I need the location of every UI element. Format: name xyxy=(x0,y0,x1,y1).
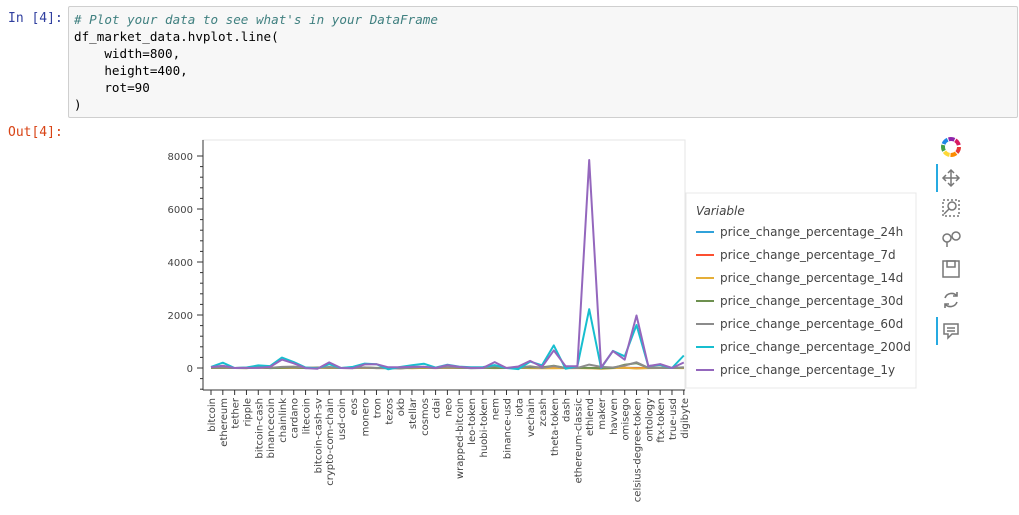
x-tick-label: true-usd xyxy=(668,398,679,440)
x-tick-label: tether xyxy=(231,397,242,428)
y-tick-label: 2000 xyxy=(168,311,193,322)
x-tick-label: maker xyxy=(597,397,608,429)
x-tick-label: cosmos xyxy=(420,398,431,436)
x-tick-label: usd-coin xyxy=(337,398,348,440)
x-tick-label: huobi-token xyxy=(479,398,490,458)
x-tick-label: bitcoin-cash xyxy=(254,398,265,459)
x-tick-label: digibyte xyxy=(680,398,691,439)
legend-box xyxy=(685,192,917,389)
x-tick-label: nem xyxy=(491,398,502,420)
y-tick-label: 6000 xyxy=(168,205,193,216)
x-tick-label: ethereum-classic xyxy=(573,398,584,483)
save-icon[interactable] xyxy=(940,258,962,280)
legend-item-label: price_change_percentage_60d xyxy=(720,317,903,331)
x-tick-label: tezos xyxy=(384,398,395,425)
x-tick-label: ripple xyxy=(242,398,253,427)
plot-toolbar xyxy=(935,136,967,356)
x-tick-label: iota xyxy=(514,398,525,417)
wheel-zoom-icon[interactable] xyxy=(940,228,962,250)
legend-item-label: price_change_percentage_7d xyxy=(720,248,896,262)
x-tick-label: bitcoin-cash-sv xyxy=(313,398,324,473)
x-tick-label: bitcoin xyxy=(207,398,218,432)
x-tick-label: wrapped-bitcoin xyxy=(455,398,466,479)
x-tick-label: okb xyxy=(396,398,407,416)
legend-item-label: price_change_percentage_1y xyxy=(720,363,895,377)
legend-item-label: price_change_percentage_30d xyxy=(720,294,903,308)
y-tick-label: 0 xyxy=(187,364,193,375)
x-tick-label: omisego xyxy=(621,398,632,440)
x-tick-label: binance-usd xyxy=(503,398,514,459)
x-tick-label: havven xyxy=(609,398,620,435)
box-zoom-icon[interactable] xyxy=(940,197,962,219)
legend-item-label: price_change_percentage_24h xyxy=(720,225,903,239)
x-tick-label: neo xyxy=(443,398,454,417)
x-tick-label: eos xyxy=(349,398,360,415)
x-tick-label: vechain xyxy=(526,398,537,437)
x-tick-label: ftx-token xyxy=(656,398,667,443)
x-tick-label: crypto-com-chain xyxy=(325,398,336,486)
x-tick-label: monero xyxy=(361,398,372,436)
x-tick-label: cardano xyxy=(290,398,301,439)
x-tick-label: celsius-degree-token xyxy=(633,398,644,502)
x-tick-label: tron xyxy=(372,398,383,418)
x-tick-label: leo-token xyxy=(467,398,478,445)
y-tick-label: 8000 xyxy=(168,152,193,163)
hover-icon[interactable] xyxy=(936,317,962,345)
x-tick-label: dash xyxy=(562,398,573,422)
legend-item-label: price_change_percentage_14d xyxy=(720,271,903,285)
x-tick-label: cdai xyxy=(432,398,443,419)
legend-title: Variable xyxy=(696,204,745,218)
line-chart[interactable]: 0 2000 4000 6000 8000 bitcoin ethereum tether ri… xyxy=(0,0,1019,515)
x-tick-label: ethereum xyxy=(219,398,230,447)
x-tick-label: zcash xyxy=(538,398,549,426)
x-tick-label: ethlend xyxy=(585,398,596,436)
bokeh-logo-icon[interactable] xyxy=(940,136,962,158)
legend-item-label: price_change_percentage_200d xyxy=(720,340,911,354)
x-tick-label: litecoin xyxy=(302,398,313,434)
x-tick-label: ontology xyxy=(644,398,655,442)
reset-icon[interactable] xyxy=(940,289,962,311)
x-tick-label: binancecoin xyxy=(266,398,277,458)
x-tick-label: stellar xyxy=(408,397,419,429)
y-tick-label: 4000 xyxy=(168,258,193,269)
pan-icon[interactable] xyxy=(936,164,962,192)
x-tick-label: chainlink xyxy=(278,398,289,443)
x-tick-label: theta-token xyxy=(550,398,561,456)
